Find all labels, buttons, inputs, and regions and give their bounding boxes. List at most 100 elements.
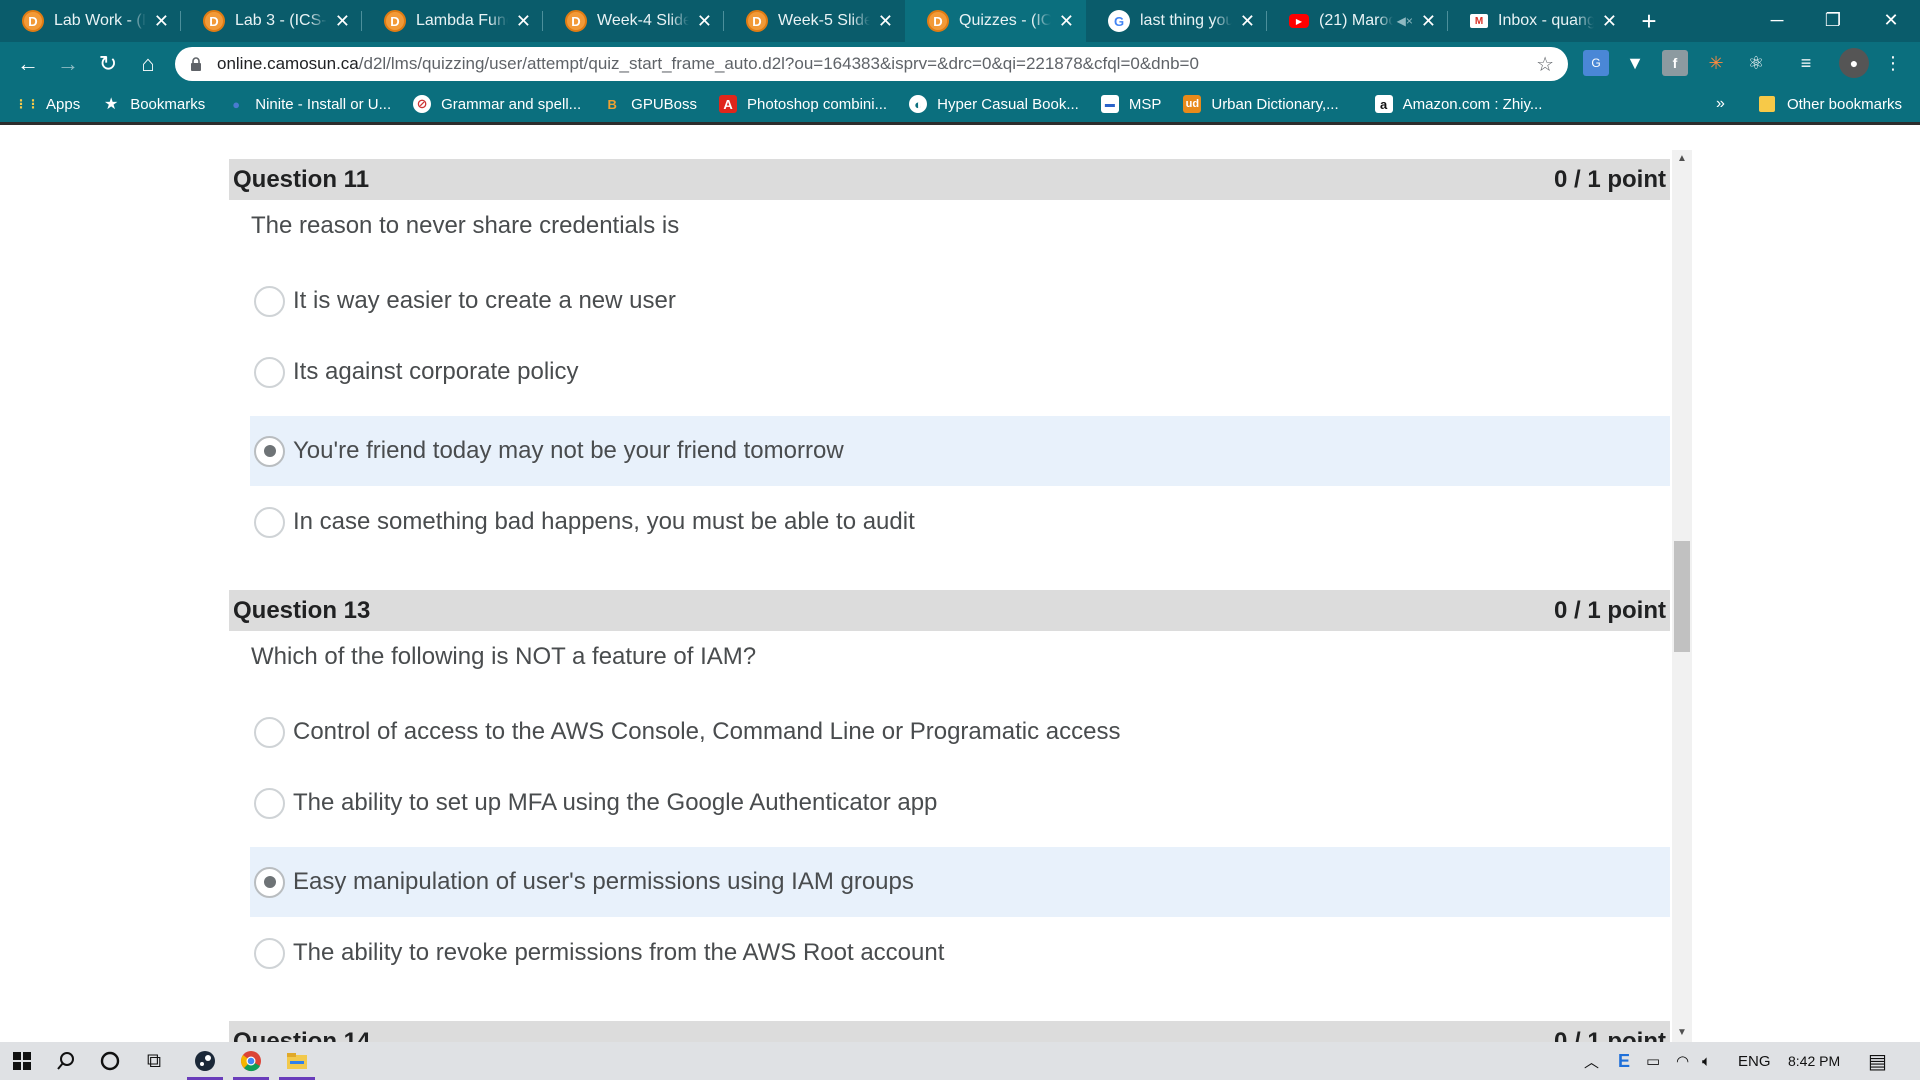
- other-bookmarks-label: Other bookmarks: [1786, 95, 1902, 113]
- bookmark-photoshop[interactable]: A Photoshop combini...: [719, 95, 887, 113]
- battery-icon[interactable]: ▭: [1646, 1042, 1660, 1080]
- radio-button[interactable]: [254, 356, 285, 388]
- bookmark-bookmarks[interactable]: ★ Bookmarks: [102, 95, 205, 114]
- radio-button-checked[interactable]: [254, 435, 285, 467]
- answer-option[interactable]: It is way easier to create a new user: [250, 266, 1670, 336]
- bookmarks-overflow-chevron[interactable]: »: [1716, 86, 1725, 122]
- translate-extension-icon[interactable]: G: [1583, 50, 1609, 76]
- answer-option[interactable]: In case something bad happens, you must …: [250, 487, 1670, 557]
- chrome-icon[interactable]: [229, 1042, 273, 1080]
- close-icon[interactable]: ✕: [1240, 11, 1255, 32]
- close-icon[interactable]: ✕: [335, 11, 350, 32]
- answer-option[interactable]: The ability to set up MFA using the Goog…: [250, 768, 1670, 838]
- language-indicator[interactable]: ENG: [1738, 1042, 1771, 1080]
- speaker-muted-icon[interactable]: ◀×: [1397, 14, 1413, 28]
- close-icon[interactable]: ✕: [1421, 11, 1436, 32]
- browser-tab-active[interactable]: D Quizzes - (ICS- ✕: [905, 0, 1086, 42]
- bookmark-label: Photoshop combini...: [747, 95, 888, 113]
- radio-button[interactable]: [254, 285, 285, 317]
- tray-overflow-icon[interactable]: ︿: [1584, 1042, 1599, 1080]
- minimize-icon[interactable]: ─: [1748, 0, 1806, 40]
- bookmark-gpuboss[interactable]: B GPUBoss: [603, 95, 697, 113]
- profile-avatar[interactable]: ●: [1839, 48, 1869, 78]
- bookmark-apps[interactable]: ⋮⋮ Apps: [15, 95, 80, 113]
- close-window-icon[interactable]: ✕: [1862, 0, 1920, 40]
- browser-tab[interactable]: G last thing you c ✕: [1086, 0, 1267, 42]
- answer-text: You're friend today may not be your frie…: [293, 437, 844, 464]
- close-icon[interactable]: ✕: [154, 11, 169, 32]
- url-path: /d2l/lms/quizzing/user/attempt/quiz_star…: [358, 54, 1199, 73]
- scrollbar-thumb[interactable]: [1674, 541, 1690, 652]
- file-explorer-icon[interactable]: [275, 1042, 319, 1080]
- forward-icon[interactable]: →: [48, 44, 88, 84]
- restore-icon[interactable]: ❐: [1804, 0, 1862, 40]
- lock-icon[interactable]: [189, 57, 203, 71]
- radio-button[interactable]: [254, 506, 285, 538]
- answer-option[interactable]: Control of access to the AWS Console, Co…: [250, 697, 1670, 767]
- close-icon[interactable]: ✕: [697, 11, 712, 32]
- volume-icon[interactable]: 🔈︎: [1702, 1042, 1711, 1080]
- close-icon[interactable]: ✕: [878, 11, 893, 32]
- bookmark-ninite[interactable]: ● Ninite - Install or U...: [227, 95, 391, 113]
- bookmark-hyper-casual[interactable]: ◐ Hyper Casual Book...: [909, 95, 1079, 113]
- cortana-icon[interactable]: [88, 1042, 132, 1080]
- answer-option[interactable]: Its against corporate policy: [250, 337, 1670, 407]
- bookmark-star-icon[interactable]: ☆: [1536, 52, 1554, 77]
- close-icon[interactable]: ✕: [516, 11, 531, 32]
- scroll-up-arrow-icon[interactable]: ▲: [1672, 150, 1692, 166]
- tab-title: Quizzes - (ICS-: [959, 12, 1051, 29]
- share-extension-icon[interactable]: ✳: [1703, 50, 1729, 76]
- grammar-icon: ⊘: [413, 95, 432, 113]
- close-icon[interactable]: ✕: [1602, 11, 1617, 32]
- back-icon[interactable]: ←: [8, 44, 48, 84]
- browser-tab[interactable]: D Week-5 Slides ✕: [724, 0, 905, 42]
- address-bar[interactable]: online.camosun.ca/d2l/lms/quizzing/user/…: [175, 47, 1568, 81]
- tray-app-icon[interactable]: E: [1618, 1042, 1630, 1080]
- d2l-icon: D: [203, 10, 225, 32]
- search-icon[interactable]: [44, 1042, 88, 1080]
- answer-option-selected[interactable]: You're friend today may not be your frie…: [250, 416, 1670, 486]
- folder-icon: [1758, 96, 1775, 112]
- answer-option-selected[interactable]: Easy manipulation of user's permissions …: [250, 847, 1670, 917]
- wifi-icon[interactable]: ◠: [1676, 1042, 1689, 1080]
- task-view-icon[interactable]: ⧉: [132, 1042, 176, 1080]
- tab-title: last thing you c: [1140, 12, 1232, 29]
- browser-tab[interactable]: ▶ (21) Maroo ◀× ✕: [1267, 0, 1448, 42]
- answer-text: Its against corporate policy: [293, 358, 579, 385]
- bookmark-label: Hyper Casual Book...: [937, 95, 1079, 113]
- browser-tab[interactable]: D Lab 3 - (ICS-21 ✕: [181, 0, 362, 42]
- windows-start-icon[interactable]: [0, 1042, 44, 1080]
- browser-tab[interactable]: D Lab Work - (ICS ✕: [0, 0, 181, 42]
- bookmark-msp[interactable]: ▬ MSP: [1100, 95, 1161, 113]
- other-bookmarks[interactable]: Other bookmarks: [1758, 86, 1902, 122]
- radio-button[interactable]: [254, 716, 285, 748]
- reload-icon[interactable]: ↻: [88, 44, 128, 84]
- steam-icon[interactable]: [183, 1042, 227, 1080]
- browser-tab[interactable]: M Inbox - quangh ✕: [1448, 0, 1629, 42]
- media-queue-icon[interactable]: ≡: [1793, 50, 1819, 76]
- browser-tab[interactable]: D Week-4 Slides ✕: [543, 0, 724, 42]
- radio-button-checked[interactable]: [254, 866, 285, 898]
- scroll-down-arrow-icon[interactable]: ▼: [1672, 1024, 1692, 1040]
- answer-text: Control of access to the AWS Console, Co…: [293, 718, 1121, 745]
- answer-text: In case something bad happens, you must …: [293, 508, 915, 535]
- tab-title: Lambda Functio: [416, 12, 508, 29]
- bookmark-amazon[interactable]: a Amazon.com : Zhiy...: [1374, 95, 1542, 113]
- answer-text: The ability to revoke permissions from t…: [293, 939, 945, 966]
- bookmark-urban-dictionary[interactable]: ud Urban Dictionary,...: [1183, 95, 1339, 113]
- notifications-icon[interactable]: ▤: [1868, 1042, 1887, 1080]
- home-icon[interactable]: ⌂: [128, 44, 168, 84]
- radio-button[interactable]: [254, 937, 285, 969]
- facebook-extension-icon[interactable]: f: [1662, 50, 1688, 76]
- vimeo-extension-icon[interactable]: ▼: [1622, 50, 1648, 76]
- react-devtools-icon[interactable]: ⚛: [1743, 50, 1769, 76]
- bookmark-grammar[interactable]: ⊘ Grammar and spell...: [413, 95, 581, 113]
- radio-button[interactable]: [254, 787, 285, 819]
- clock[interactable]: 8:42 PM: [1788, 1042, 1840, 1080]
- browser-tab[interactable]: D Lambda Functio ✕: [362, 0, 543, 42]
- url-host: online.camosun.ca: [217, 54, 359, 73]
- close-icon[interactable]: ✕: [1059, 11, 1074, 32]
- menu-kebab-icon[interactable]: ⋮: [1880, 50, 1906, 76]
- answer-option[interactable]: The ability to revoke permissions from t…: [250, 918, 1670, 988]
- new-tab-button[interactable]: +: [1629, 0, 1669, 42]
